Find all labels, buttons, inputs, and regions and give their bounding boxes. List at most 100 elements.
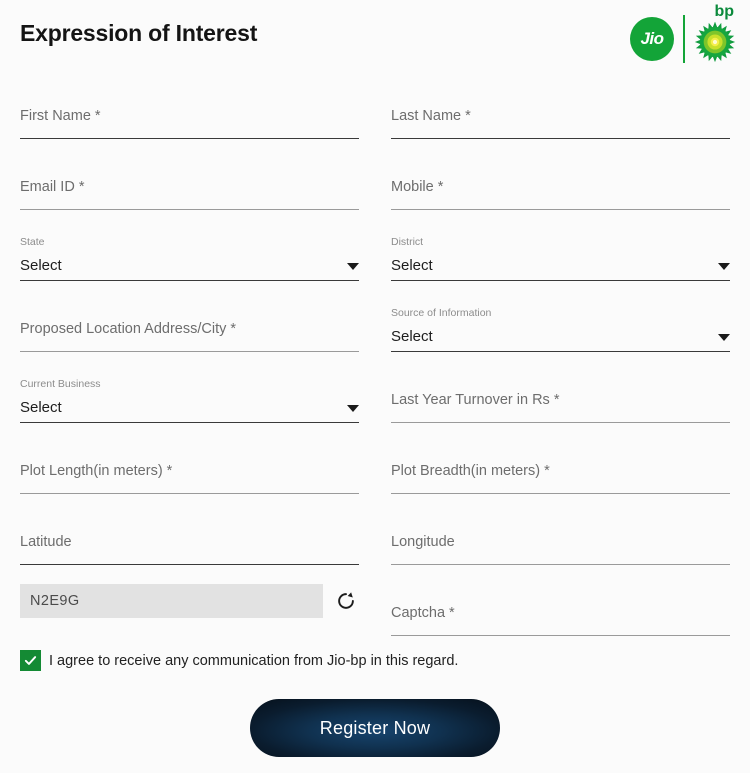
last-name-label: Last Name * xyxy=(391,108,471,124)
form-cell: Last Year Turnover in Rs * xyxy=(391,356,730,427)
eoi-form: First Name * Last Name * Email ID * Mobi… xyxy=(0,72,750,640)
form-cell: Longitude xyxy=(391,498,730,569)
first-name-field[interactable]: First Name * xyxy=(20,72,359,143)
field-underline xyxy=(20,209,359,210)
refresh-captcha-button[interactable] xyxy=(333,588,359,614)
page-title: Expression of Interest xyxy=(20,20,258,46)
longitude-field[interactable]: Longitude xyxy=(391,498,730,569)
chevron-down-icon[interactable] xyxy=(718,334,730,341)
register-now-button[interactable]: Register Now xyxy=(250,699,500,757)
field-underline xyxy=(391,493,730,494)
form-cell: District Select xyxy=(391,214,730,285)
current-business-select-row[interactable]: Select xyxy=(20,398,359,422)
proposed-location-field[interactable]: Proposed Location Address/City * xyxy=(20,285,359,356)
form-row: First Name * Last Name * xyxy=(20,72,730,143)
form-row: Current Business Select Last Year Turnov… xyxy=(20,356,730,427)
plot-breadth-field[interactable]: Plot Breadth(in meters) * xyxy=(391,427,730,498)
field-underline xyxy=(391,138,730,139)
field-underline xyxy=(391,635,730,636)
jio-logo-label: Jio xyxy=(640,28,664,48)
latitude-field[interactable]: Latitude xyxy=(20,498,359,569)
state-select-row[interactable]: Select xyxy=(20,256,359,280)
page-header: Expression of Interest Jio bp xyxy=(0,0,750,72)
form-row: Latitude Longitude xyxy=(20,498,730,569)
last-name-field[interactable]: Last Name * xyxy=(391,72,730,143)
logo-divider xyxy=(683,15,685,63)
district-caption: District xyxy=(391,236,424,248)
state-caption: State xyxy=(20,236,45,248)
first-name-label: First Name * xyxy=(20,108,101,124)
form-cell: N2E9G xyxy=(20,569,359,640)
current-business-caption: Current Business xyxy=(20,378,101,390)
brand-logos: Jio bp xyxy=(630,4,736,65)
longitude-label: Longitude xyxy=(391,534,455,550)
form-cell: Email ID * xyxy=(20,143,359,214)
proposed-location-label: Proposed Location Address/City * xyxy=(20,321,237,337)
form-cell: Last Name * xyxy=(391,72,730,143)
form-cell: Plot Length(in meters) * xyxy=(20,427,359,498)
field-underline xyxy=(391,209,730,210)
field-underline xyxy=(20,138,359,139)
chevron-down-icon[interactable] xyxy=(718,263,730,270)
captcha-input-label: Captcha * xyxy=(391,605,455,621)
form-cell: Proposed Location Address/City * xyxy=(20,285,359,356)
chevron-down-icon[interactable] xyxy=(347,263,359,270)
captcha-image: N2E9G xyxy=(20,583,323,618)
consent-row[interactable]: I agree to receive any communication fro… xyxy=(0,640,750,671)
latitude-label: Latitude xyxy=(20,534,72,550)
field-underline xyxy=(20,351,359,352)
last-year-turnover-field[interactable]: Last Year Turnover in Rs * xyxy=(391,356,730,427)
email-label: Email ID * xyxy=(20,179,85,195)
plot-length-label: Plot Length(in meters) * xyxy=(20,463,173,479)
mobile-label: Mobile * xyxy=(391,179,444,195)
consent-checkbox[interactable] xyxy=(20,650,41,671)
captcha-code: N2E9G xyxy=(30,592,80,609)
field-underline xyxy=(391,351,730,352)
jio-logo-icon: Jio xyxy=(630,17,674,61)
source-of-information-selected-value: Select xyxy=(391,328,433,345)
field-underline xyxy=(20,422,359,423)
form-cell: Captcha * xyxy=(391,569,730,640)
current-business-selected-value: Select xyxy=(20,399,62,416)
district-selected-value: Select xyxy=(391,257,433,274)
form-cell: Source of Information Select xyxy=(391,285,730,356)
district-select[interactable]: District Select xyxy=(391,214,730,285)
field-underline xyxy=(20,280,359,281)
email-field[interactable]: Email ID * xyxy=(20,143,359,214)
field-underline xyxy=(391,422,730,423)
form-row: Email ID * Mobile * xyxy=(20,143,730,214)
state-select[interactable]: State Select xyxy=(20,214,359,285)
field-underline xyxy=(391,280,730,281)
consent-label: I agree to receive any communication fro… xyxy=(49,652,459,669)
last-year-turnover-label: Last Year Turnover in Rs * xyxy=(391,392,560,408)
form-cell: Plot Breadth(in meters) * xyxy=(391,427,730,498)
plot-length-field[interactable]: Plot Length(in meters) * xyxy=(20,427,359,498)
form-cell: First Name * xyxy=(20,72,359,143)
form-row-captcha: N2E9G Captcha * xyxy=(20,569,730,640)
current-business-select[interactable]: Current Business Select xyxy=(20,356,359,427)
submit-row: Register Now xyxy=(0,671,750,757)
form-row: Plot Length(in meters) * Plot Breadth(in… xyxy=(20,427,730,498)
form-row: State Select District Select xyxy=(20,214,730,285)
check-icon xyxy=(24,656,37,665)
form-cell: Current Business Select xyxy=(20,356,359,427)
district-select-row[interactable]: Select xyxy=(391,256,730,280)
captcha-input-field[interactable]: Captcha * xyxy=(391,569,730,640)
chevron-down-icon[interactable] xyxy=(347,405,359,412)
bp-logo: bp xyxy=(694,4,736,65)
source-of-information-caption: Source of Information xyxy=(391,307,492,319)
source-of-information-select[interactable]: Source of Information Select xyxy=(391,285,730,356)
source-of-information-select-row[interactable]: Select xyxy=(391,327,730,351)
captcha-display-group: N2E9G xyxy=(20,569,359,640)
form-cell: Latitude xyxy=(20,498,359,569)
mobile-field[interactable]: Mobile * xyxy=(391,143,730,214)
form-cell: Mobile * xyxy=(391,143,730,214)
field-underline xyxy=(391,564,730,565)
field-underline xyxy=(20,564,359,565)
bp-logo-label: bp xyxy=(714,3,734,20)
form-row: Proposed Location Address/City * Source … xyxy=(20,285,730,356)
bp-sunburst-icon xyxy=(694,21,736,63)
state-selected-value: Select xyxy=(20,257,62,274)
form-cell: State Select xyxy=(20,214,359,285)
refresh-icon xyxy=(338,591,354,609)
